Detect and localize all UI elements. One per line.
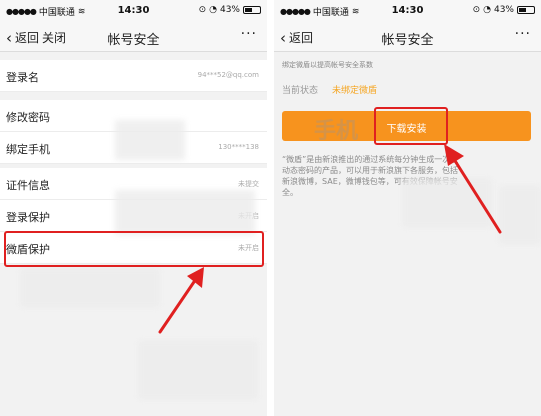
row-login-name[interactable]: 登录名 94***52@qq.com	[0, 60, 267, 92]
highlight-box	[4, 231, 264, 267]
right-phone-screen: ●●●●● 中国联通 ≋ 14:30 ⊙ ◔ 43% ‹ 返回 帐号安全 ···…	[274, 0, 541, 416]
settings-list: 登录名 94***52@qq.com	[0, 60, 267, 92]
nav-bar: ‹ 返回 帐号安全 ···	[274, 22, 541, 52]
status-bar: ●●●●● 中国联通 ≋ 14:30 ⊙ ◔ 43%	[274, 0, 541, 22]
lock-rotation-icon: ⊙	[198, 5, 207, 15]
battery-percent: 43%	[493, 5, 514, 15]
lock-rotation-icon: ⊙	[472, 5, 481, 15]
watermark-logo: 手机	[314, 119, 359, 144]
alarm-icon: ◔	[209, 5, 217, 15]
blur-patch	[138, 340, 258, 400]
battery-icon	[243, 6, 261, 14]
blur-patch	[20, 268, 160, 308]
current-status: 当前状态 未绑定微盾	[282, 83, 377, 96]
arrow-icon	[158, 267, 204, 334]
left-phone-screen: ●●●●● 中国联通 ≋ 14:30 ⊙ ◔ 43% ‹ 返回 关闭 帐号安全 …	[0, 0, 267, 416]
arrow-icon	[444, 144, 502, 234]
alarm-icon: ◔	[483, 5, 491, 15]
row-value: 94***52@qq.com	[197, 71, 259, 79]
row-label: 证件信息	[6, 179, 50, 192]
status-bar: ●●●●● 中国联通 ≋ 14:30 ⊙ ◔ 43%	[0, 0, 267, 22]
status-value: 未绑定微盾	[332, 86, 378, 96]
bind-hint: 绑定微盾以提高帐号安全系数	[282, 61, 373, 69]
page-title: 帐号安全	[381, 33, 434, 48]
row-label: 登录保护	[6, 211, 50, 224]
blur-patch	[115, 120, 185, 160]
battery-percent: 43%	[219, 5, 240, 15]
row-label: 绑定手机	[6, 143, 50, 156]
more-icon[interactable]: ···	[241, 26, 257, 42]
more-icon[interactable]: ···	[515, 26, 531, 42]
row-value: 未提交	[238, 180, 259, 188]
battery-icon	[517, 6, 535, 14]
page-title: 帐号安全	[107, 33, 160, 48]
row-label: 登录名	[6, 71, 39, 84]
row-label: 修改密码	[6, 111, 50, 124]
row-value: 130****138	[218, 143, 259, 151]
nav-bar: ‹ 返回 关闭 帐号安全 ···	[0, 22, 267, 52]
highlight-box	[374, 107, 448, 145]
status-label: 当前状态	[282, 86, 319, 96]
blur-patch	[115, 190, 255, 235]
